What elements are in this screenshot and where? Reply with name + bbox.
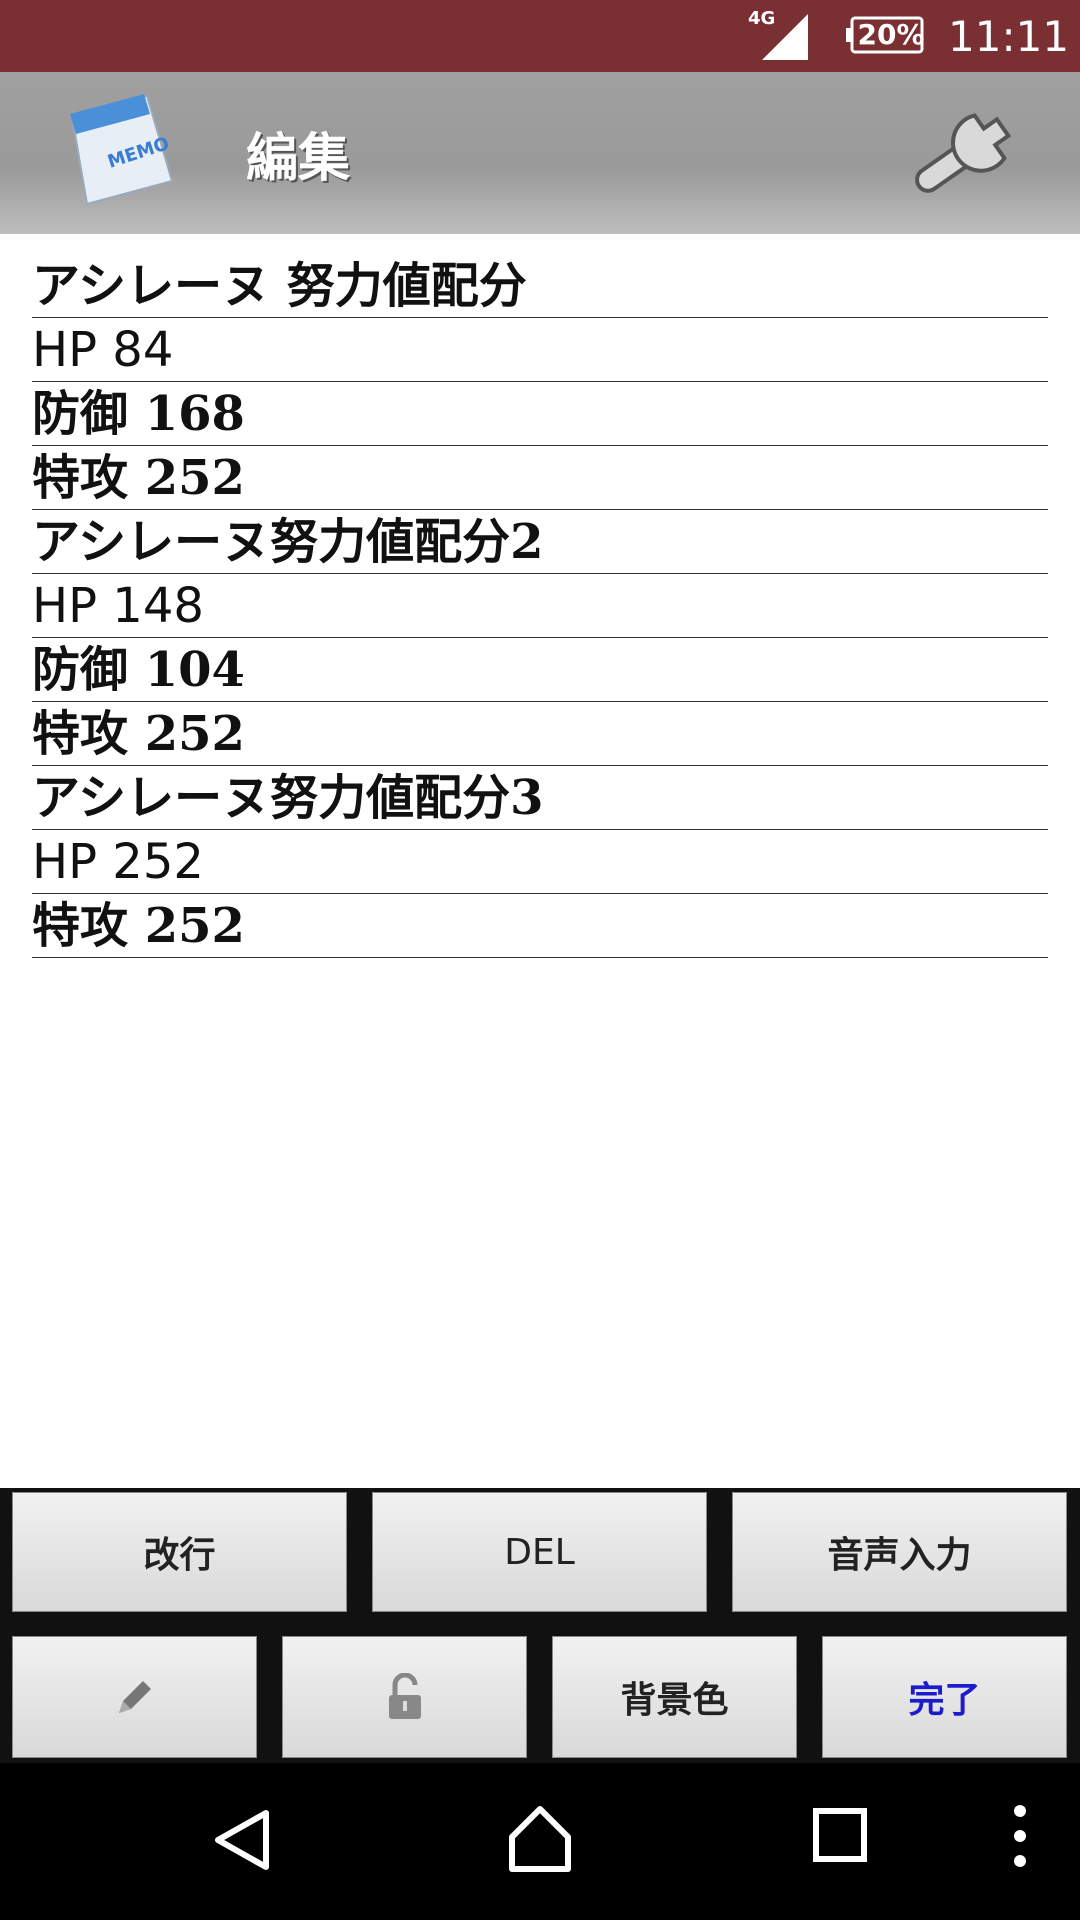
clock: 11:11 — [948, 12, 1070, 61]
signal-icon — [762, 14, 808, 60]
background-color-label: 背景色 — [620, 1679, 729, 1721]
note-line-6[interactable]: HP 148 — [32, 574, 1048, 638]
memo-pad-icon[interactable]: MEMO — [52, 86, 182, 216]
delete-label: DEL — [504, 1531, 575, 1573]
note-line-7[interactable]: 防御 104 — [32, 638, 1048, 702]
note-line-4[interactable]: 特攻 252 — [32, 446, 1048, 510]
pencil-icon — [118, 1681, 151, 1713]
lock-button[interactable] — [282, 1636, 527, 1758]
done-label: 完了 — [908, 1679, 981, 1721]
wrench-icon[interactable] — [898, 92, 1034, 212]
unlock-icon — [388, 1673, 421, 1719]
newline-label: 改行 — [143, 1534, 216, 1576]
back-icon[interactable] — [212, 1807, 272, 1873]
note-editor[interactable]: アシレーヌ 努力値配分 HP 84 防御 168 特攻 252 アシレーヌ努力値… — [32, 254, 1048, 958]
note-line-8[interactable]: 特攻 252 — [32, 702, 1048, 766]
note-line-3[interactable]: 防御 168 — [32, 382, 1048, 446]
navigation-bar — [0, 1763, 1080, 1920]
pen-button[interactable] — [12, 1636, 257, 1758]
note-line-5[interactable]: アシレーヌ努力値配分2 — [32, 510, 1048, 574]
battery-level: 20% — [857, 18, 925, 51]
page-title: 編集 — [246, 128, 351, 189]
note-line-2[interactable]: HP 84 — [32, 318, 1048, 382]
delete-button[interactable]: DEL — [372, 1492, 707, 1612]
recents-icon[interactable] — [812, 1807, 868, 1863]
note-line-10[interactable]: HP 252 — [32, 830, 1048, 894]
home-icon[interactable] — [506, 1803, 574, 1875]
note-line-1[interactable]: アシレーヌ 努力値配分 — [32, 254, 1048, 318]
button-panel: 改行 DEL 音声入力 背景色 完了 — [0, 1488, 1080, 1763]
app-bar: MEMO 編集 — [0, 72, 1080, 234]
note-line-9[interactable]: アシレーヌ努力値配分3 — [32, 766, 1048, 830]
voice-input-label: 音声入力 — [827, 1534, 972, 1576]
voice-input-button[interactable]: 音声入力 — [732, 1492, 1067, 1612]
done-button[interactable]: 完了 — [822, 1636, 1067, 1758]
background-color-button[interactable]: 背景色 — [552, 1636, 797, 1758]
newline-button[interactable]: 改行 — [12, 1492, 347, 1612]
status-bar: 4G 20% 11:11 — [0, 0, 1080, 72]
overflow-menu-icon[interactable] — [1008, 1801, 1032, 1871]
note-line-11[interactable]: 特攻 252 — [32, 894, 1048, 958]
